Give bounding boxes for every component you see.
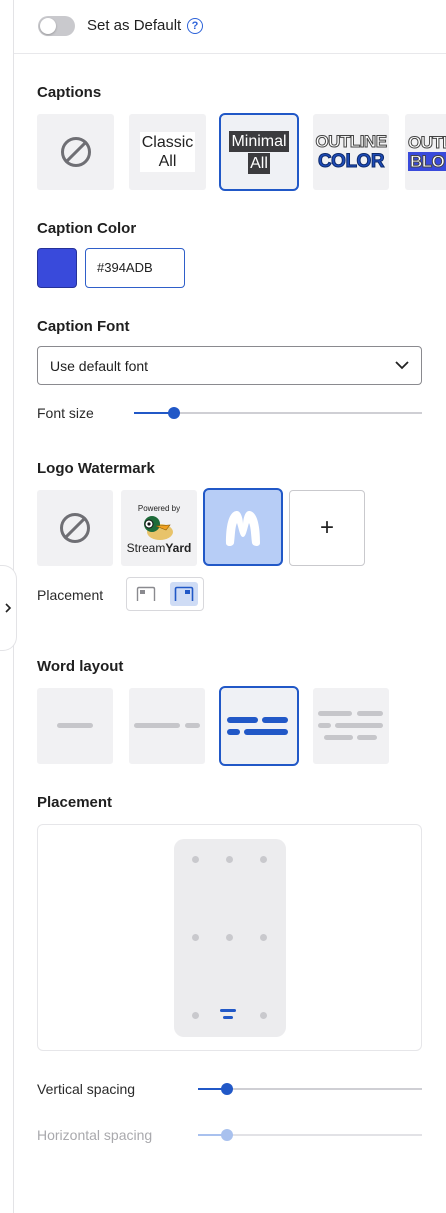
word-layout-line[interactable] bbox=[129, 688, 205, 764]
placement-grid-card bbox=[37, 824, 422, 1051]
chevron-right-icon bbox=[5, 603, 12, 613]
vertical-spacing-label: Vertical spacing bbox=[37, 1081, 136, 1097]
set-default-toggle[interactable] bbox=[38, 16, 75, 36]
font-size-label: Font size bbox=[37, 405, 94, 421]
slider-thumb bbox=[221, 1129, 233, 1141]
word-bar bbox=[357, 735, 377, 740]
caption-settings-panel: Set as Default ? Captions Classic All Mi… bbox=[14, 0, 446, 1213]
powered-by-text: Powered by bbox=[137, 503, 181, 513]
caption-style-preview: Classic All bbox=[139, 132, 196, 172]
word-bar bbox=[262, 717, 288, 723]
placement-bottom-left[interactable] bbox=[192, 1012, 199, 1019]
caption-line-icon bbox=[220, 1009, 236, 1012]
corner-top-right-icon bbox=[174, 586, 194, 601]
word-bar bbox=[57, 723, 93, 728]
corner-top-left-icon bbox=[136, 586, 156, 601]
word-bar bbox=[227, 717, 258, 723]
caption-style-preview: OUTLINE COLOR bbox=[315, 132, 388, 173]
m-logo-icon bbox=[226, 511, 260, 546]
header-divider bbox=[14, 53, 446, 54]
font-select-value: Use default font bbox=[50, 357, 149, 374]
chevron-down-icon bbox=[395, 361, 409, 370]
captions-title: Captions bbox=[37, 84, 102, 101]
caption-font-title: Caption Font bbox=[37, 318, 130, 335]
word-bar bbox=[324, 735, 353, 740]
word-layout-title: Word layout bbox=[37, 658, 124, 675]
no-symbol-icon bbox=[60, 137, 91, 167]
placement-middle-center[interactable] bbox=[226, 934, 233, 941]
placement-top-right-button[interactable] bbox=[170, 582, 198, 606]
logo-m-selected[interactable] bbox=[203, 488, 283, 566]
logo-placement-toggle bbox=[126, 577, 204, 611]
word-bar bbox=[244, 729, 288, 735]
logo-streamyard[interactable]: Powered by StreamYard bbox=[121, 490, 197, 566]
slider-thumb[interactable] bbox=[168, 407, 180, 419]
slider-thumb[interactable] bbox=[221, 1083, 233, 1095]
add-logo-button[interactable]: + bbox=[289, 490, 365, 566]
caption-style-none[interactable] bbox=[37, 114, 114, 190]
caption-style-preview: OUTL BLO bbox=[407, 133, 446, 172]
word-bar bbox=[318, 723, 331, 728]
set-default-label: Set as Default bbox=[87, 17, 182, 34]
logo-watermark-title: Logo Watermark bbox=[37, 460, 155, 477]
word-layout-two-lines[interactable] bbox=[219, 686, 299, 766]
placement-phone-preview bbox=[174, 839, 286, 1037]
placement-bottom-center-selected[interactable] bbox=[220, 1009, 238, 1022]
word-bar bbox=[357, 711, 383, 716]
placement-middle-left[interactable] bbox=[192, 934, 199, 941]
caption-line-icon bbox=[223, 1016, 233, 1019]
placement-middle-right[interactable] bbox=[260, 934, 267, 941]
word-bar bbox=[134, 723, 180, 728]
toggle-knob bbox=[40, 18, 56, 34]
word-bar bbox=[335, 723, 383, 728]
horizontal-spacing-slider bbox=[198, 1129, 422, 1141]
caption-style-minimal[interactable]: Minimal All bbox=[219, 113, 299, 191]
placement-top-left-button[interactable] bbox=[132, 582, 160, 606]
color-hex-input[interactable]: #394ADB bbox=[85, 248, 185, 288]
caption-style-outline-block[interactable]: OUTL BLO bbox=[405, 114, 446, 190]
word-bar bbox=[185, 723, 200, 728]
horizontal-spacing-label: Horizontal spacing bbox=[37, 1127, 153, 1143]
placement-bottom-right[interactable] bbox=[260, 1012, 267, 1019]
word-layout-single[interactable] bbox=[37, 688, 113, 764]
no-symbol-icon bbox=[60, 513, 90, 543]
placement-top-right[interactable] bbox=[260, 856, 267, 863]
word-bar bbox=[318, 711, 352, 716]
word-layout-multi[interactable] bbox=[313, 688, 389, 764]
placement-top-center[interactable] bbox=[226, 856, 233, 863]
caption-style-preview: Minimal All bbox=[229, 130, 289, 174]
help-icon[interactable]: ? bbox=[187, 18, 203, 34]
logo-placement-label: Placement bbox=[37, 587, 104, 603]
duck-logo-icon bbox=[144, 515, 173, 540]
vertical-spacing-slider[interactable] bbox=[198, 1083, 422, 1095]
caption-style-outline-color[interactable]: OUTLINE COLOR bbox=[313, 114, 389, 190]
streamyard-wordmark: StreamYard bbox=[126, 540, 192, 555]
caption-style-classic[interactable]: Classic All bbox=[129, 114, 206, 190]
word-bar bbox=[227, 729, 240, 735]
font-size-slider[interactable] bbox=[134, 407, 422, 419]
caption-color-title: Caption Color bbox=[37, 220, 137, 237]
placement-top-left[interactable] bbox=[192, 856, 199, 863]
font-select[interactable]: Use default font bbox=[37, 346, 422, 385]
placement-title: Placement bbox=[37, 794, 113, 811]
color-swatch[interactable] bbox=[37, 248, 77, 288]
logo-none[interactable] bbox=[37, 490, 113, 566]
